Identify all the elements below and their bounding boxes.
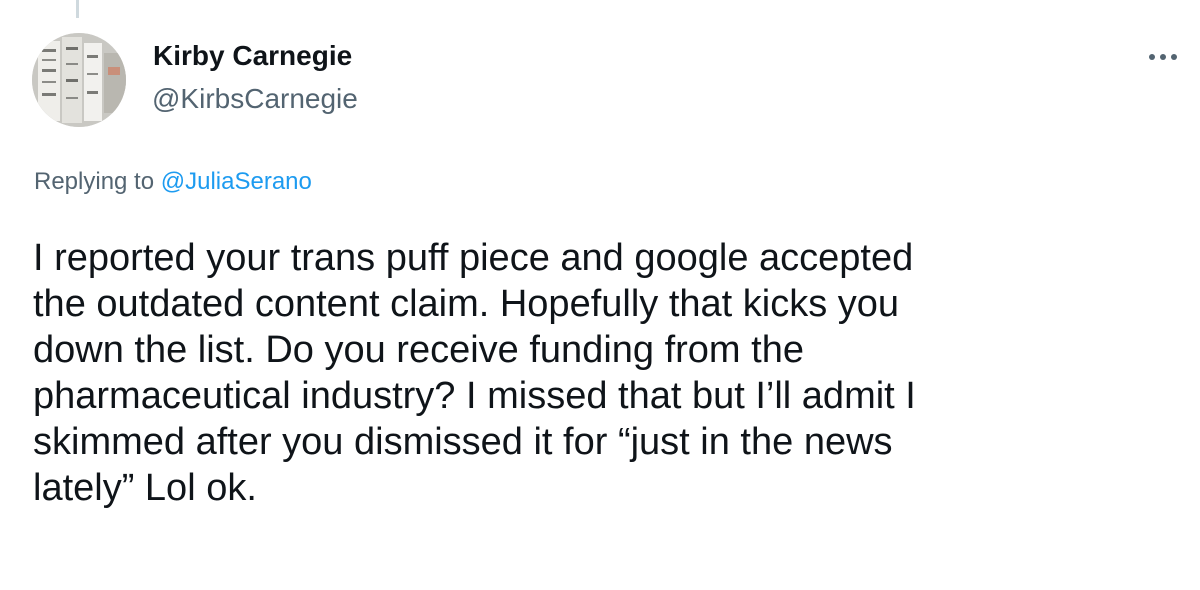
more-dot [1160,54,1166,60]
author-handle[interactable]: @KirbsCarnegie [152,83,358,115]
author-name[interactable]: Kirby Carnegie [153,40,352,72]
reply-mention-link[interactable]: @JuliaSerano [161,168,312,195]
replying-to: Replying to @JuliaSerano [34,168,312,196]
tweet-text-line: pharmaceutical industry? I missed that b… [33,375,916,417]
tweet-text-line: the outdated content claim. Hopefully th… [33,283,900,325]
tweet-text-line: skimmed after you dismissed it for “just… [33,421,893,463]
tweet-text: I reported your trans puff piece and goo… [33,235,1183,511]
tweet-text-line: down the list. Do you receive funding fr… [33,329,804,371]
more-options-icon[interactable] [1141,42,1185,72]
tweet-text-line: lately” Lol ok. [33,467,257,509]
thread-connector-line [76,0,79,18]
more-dot [1149,54,1155,60]
avatar-image [32,33,126,127]
more-dot [1171,54,1177,60]
tweet: Kirby Carnegie @KirbsCarnegie Replying t… [0,0,1200,590]
replying-to-label: Replying to [34,168,155,195]
tweet-text-line: I reported your trans puff piece and goo… [33,237,914,279]
avatar[interactable] [32,33,126,127]
